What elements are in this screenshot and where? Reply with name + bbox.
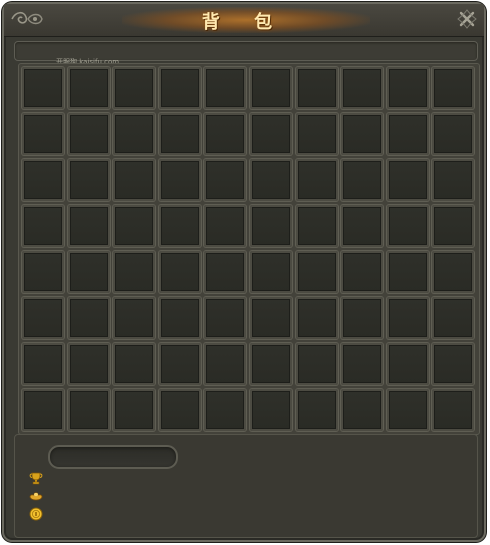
- inventory-slot[interactable]: [295, 205, 338, 247]
- inventory-slot[interactable]: [432, 297, 475, 339]
- inventory-slot[interactable]: [113, 343, 156, 385]
- inventory-slot[interactable]: [432, 205, 475, 247]
- inventory-slot[interactable]: [158, 205, 201, 247]
- inventory-slot[interactable]: [295, 251, 338, 293]
- trophy-icon: [29, 472, 43, 485]
- inventory-slot[interactable]: [158, 343, 201, 385]
- inventory-slot[interactable]: [158, 159, 201, 201]
- inventory-slot[interactable]: [204, 205, 247, 247]
- inventory-slot[interactable]: [341, 297, 384, 339]
- inventory-slot[interactable]: [204, 251, 247, 293]
- inventory-slot[interactable]: [67, 343, 110, 385]
- inventory-slot[interactable]: [432, 159, 475, 201]
- inventory-slot[interactable]: [22, 205, 64, 247]
- inventory-area: [18, 63, 480, 435]
- inventory-slot[interactable]: [22, 297, 64, 339]
- inventory-slot[interactable]: [158, 113, 201, 155]
- coin-icon: [29, 507, 43, 521]
- inventory-slot[interactable]: [67, 67, 110, 109]
- inventory-grid: [22, 67, 475, 431]
- title-bar[interactable]: 背 包: [4, 4, 484, 37]
- inventory-slot[interactable]: [113, 251, 156, 293]
- inventory-slot[interactable]: [204, 389, 247, 431]
- inventory-slot[interactable]: [295, 297, 338, 339]
- inventory-slot[interactable]: [158, 389, 201, 431]
- inventory-slot[interactable]: [341, 67, 384, 109]
- window-title: 背 包: [201, 12, 287, 33]
- inventory-slot[interactable]: [22, 159, 64, 201]
- inventory-slot[interactable]: [204, 297, 247, 339]
- inventory-slot[interactable]: [295, 159, 338, 201]
- inventory-slot[interactable]: [341, 389, 384, 431]
- inventory-slot[interactable]: [432, 113, 475, 155]
- inventory-slot[interactable]: [249, 113, 292, 155]
- inventory-slot[interactable]: [386, 113, 429, 155]
- inventory-slot[interactable]: [386, 205, 429, 247]
- inventory-slot[interactable]: [158, 67, 201, 109]
- inventory-slot[interactable]: [204, 113, 247, 155]
- bag-window: 背 包 开服狗 kaisifu.com: [2, 2, 486, 542]
- inventory-slot[interactable]: [249, 67, 292, 109]
- inventory-slot[interactable]: [249, 389, 292, 431]
- name-field[interactable]: [48, 445, 178, 469]
- inventory-slot[interactable]: [295, 389, 338, 431]
- inventory-slot[interactable]: [204, 343, 247, 385]
- inventory-slot[interactable]: [67, 297, 110, 339]
- inventory-slot[interactable]: [204, 67, 247, 109]
- inventory-slot[interactable]: [249, 251, 292, 293]
- inventory-slot[interactable]: [113, 67, 156, 109]
- inventory-slot[interactable]: [386, 343, 429, 385]
- inventory-slot[interactable]: [22, 389, 64, 431]
- inventory-slot[interactable]: [341, 159, 384, 201]
- bottom-panel: [14, 434, 478, 538]
- inventory-slot[interactable]: [295, 343, 338, 385]
- inventory-slot[interactable]: [386, 67, 429, 109]
- inventory-slot[interactable]: [386, 297, 429, 339]
- inventory-slot[interactable]: [386, 159, 429, 201]
- inventory-slot[interactable]: [113, 297, 156, 339]
- inventory-slot[interactable]: [113, 205, 156, 247]
- inventory-slot[interactable]: [432, 389, 475, 431]
- inventory-slot[interactable]: [67, 159, 110, 201]
- inventory-slot[interactable]: [341, 205, 384, 247]
- inventory-slot[interactable]: [249, 343, 292, 385]
- inventory-slot[interactable]: [341, 113, 384, 155]
- inventory-slot[interactable]: [67, 389, 110, 431]
- inventory-slot[interactable]: [432, 67, 475, 109]
- inventory-slot[interactable]: [386, 389, 429, 431]
- inventory-slot[interactable]: [67, 205, 110, 247]
- inventory-slot[interactable]: [67, 113, 110, 155]
- inventory-slot[interactable]: [341, 343, 384, 385]
- inventory-slot[interactable]: [113, 389, 156, 431]
- inventory-slot[interactable]: [249, 205, 292, 247]
- inventory-slot[interactable]: [204, 159, 247, 201]
- inventory-slot[interactable]: [22, 67, 64, 109]
- inventory-slot[interactable]: [158, 251, 201, 293]
- inventory-slot[interactable]: [295, 67, 338, 109]
- inventory-slot[interactable]: [341, 251, 384, 293]
- inventory-slot[interactable]: [295, 113, 338, 155]
- inventory-slot[interactable]: [22, 343, 64, 385]
- inventory-slot[interactable]: [386, 251, 429, 293]
- inventory-slot[interactable]: [432, 251, 475, 293]
- inventory-slot[interactable]: [113, 113, 156, 155]
- ingot-icon: [29, 492, 43, 501]
- inventory-slot[interactable]: [158, 297, 201, 339]
- inventory-slot[interactable]: [113, 159, 156, 201]
- close-icon[interactable]: [456, 8, 478, 30]
- inventory-slot[interactable]: [22, 251, 64, 293]
- inventory-slot[interactable]: [249, 159, 292, 201]
- inventory-slot[interactable]: [249, 297, 292, 339]
- inventory-slot[interactable]: [22, 113, 64, 155]
- inventory-slot[interactable]: [432, 343, 475, 385]
- inventory-slot[interactable]: [67, 251, 110, 293]
